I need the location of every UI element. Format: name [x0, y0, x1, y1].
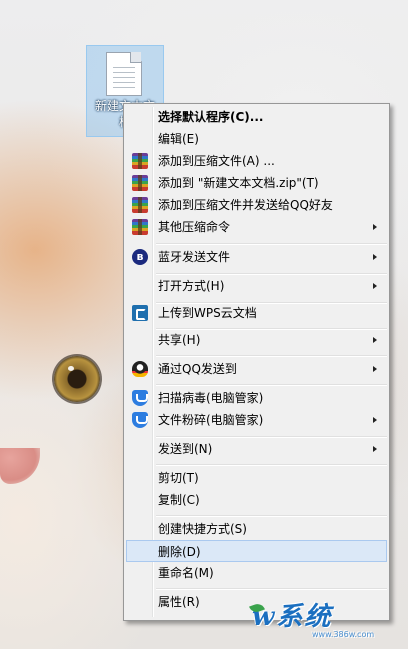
menu-item-share[interactable]: 共享(H) [126, 329, 387, 351]
menu-item-cut[interactable]: 剪切(T) [126, 467, 387, 489]
menu-item-label: 共享(H) [158, 333, 201, 347]
shield-icon [132, 412, 148, 428]
menu-item-send-to[interactable]: 发送到(N) [126, 438, 387, 460]
menu-item-label: 添加到压缩文件(A) ... [158, 154, 275, 168]
submenu-arrow-icon [373, 224, 377, 230]
menu-item-label: 通过QQ发送到 [158, 362, 237, 376]
menu-item-label: 添加到 "新建文本文档.zip"(T) [158, 176, 319, 190]
winrar-icon [132, 153, 148, 169]
menu-item-send-via-qq[interactable]: 通过QQ发送到 [126, 358, 387, 380]
menu-separator [156, 355, 387, 357]
shield-icon [132, 390, 148, 406]
menu-item-label: 选择默认程序(C)... [158, 110, 264, 124]
menu-item-label: 编辑(E) [158, 132, 199, 146]
menu-separator [156, 384, 387, 386]
menu-item-edit[interactable]: 编辑(E) [126, 128, 387, 150]
watermark-url: www.386w.com [312, 630, 375, 639]
menu-item-label: 属性(R) [158, 595, 200, 609]
winrar-icon [132, 219, 148, 235]
qq-icon [132, 361, 148, 377]
menu-item-label: 复制(C) [158, 493, 200, 507]
menu-item-label: 文件粉碎(电脑管家) [158, 413, 264, 427]
menu-item-label: 打开方式(H) [158, 279, 225, 293]
menu-item-label: 创建快捷方式(S) [158, 522, 247, 536]
context-menu: 选择默认程序(C)... 编辑(E) 添加到压缩文件(A) ... 添加到 "新… [123, 103, 390, 621]
winrar-icon [132, 175, 148, 191]
submenu-arrow-icon [373, 417, 377, 423]
submenu-arrow-icon [373, 283, 377, 289]
menu-item-scan-virus[interactable]: 扫描病毒(电脑管家) [126, 387, 387, 409]
menu-item-label: 添加到压缩文件并发送给QQ好友 [158, 198, 333, 212]
submenu-arrow-icon [373, 337, 377, 343]
menu-item-copy[interactable]: 复制(C) [126, 489, 387, 511]
menu-item-upload-wps-cloud[interactable]: 上传到WPS云文档 [126, 302, 387, 324]
menu-item-rename[interactable]: 重命名(M) [126, 562, 387, 584]
menu-item-label: 蓝牙发送文件 [158, 250, 231, 264]
menu-item-label: 其他压缩命令 [158, 220, 231, 234]
menu-item-label: 扫描病毒(电脑管家) [158, 391, 264, 405]
menu-item-create-shortcut[interactable]: 创建快捷方式(S) [126, 518, 387, 540]
menu-item-add-to-archive[interactable]: 添加到压缩文件(A) ... [126, 150, 387, 172]
submenu-arrow-icon [373, 366, 377, 372]
menu-separator [156, 515, 387, 517]
menu-item-label: 重命名(M) [158, 566, 214, 580]
menu-item-label: 上传到WPS云文档 [158, 306, 257, 320]
menu-item-label: 删除(D) [158, 545, 201, 559]
menu-item-label: 发送到(N) [158, 442, 213, 456]
submenu-arrow-icon [373, 446, 377, 452]
wallpaper-cat-eye [54, 356, 100, 402]
menu-item-add-to-zip[interactable]: 添加到 "新建文本文档.zip"(T) [126, 172, 387, 194]
menu-item-label: 剪切(T) [158, 471, 199, 485]
site-watermark-logo: w系统 www.386w.com [249, 596, 402, 646]
menu-separator [156, 464, 387, 466]
menu-item-other-compress-commands[interactable]: 其他压缩命令 [126, 216, 387, 238]
menu-item-add-and-send-qq[interactable]: 添加到压缩文件并发送给QQ好友 [126, 194, 387, 216]
winrar-icon [132, 197, 148, 213]
bluetooth-icon: ʙ [132, 249, 148, 265]
file-fold-corner [130, 52, 141, 63]
submenu-arrow-icon [373, 254, 377, 260]
menu-separator [156, 588, 387, 590]
menu-item-file-shredder[interactable]: 文件粉碎(电脑管家) [126, 409, 387, 431]
menu-item-open-with[interactable]: 打开方式(H) [126, 275, 387, 297]
wps-cloud-icon [132, 305, 148, 321]
menu-item-delete[interactable]: 删除(D) [126, 540, 387, 562]
menu-separator [156, 243, 387, 245]
menu-item-choose-default-program[interactable]: 选择默认程序(C)... [126, 106, 387, 128]
menu-item-bluetooth-send[interactable]: ʙ 蓝牙发送文件 [126, 246, 387, 268]
